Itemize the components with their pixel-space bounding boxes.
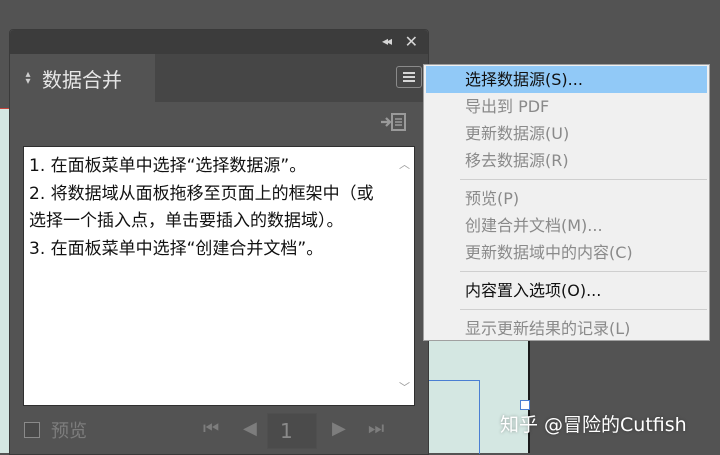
- menu-item-create-merged-document[interactable]: 创建合并文档(M)...: [424, 212, 709, 239]
- instruction-3: 3. 在面板菜单中选择“创建合并文档”。: [29, 238, 324, 259]
- tab-data-merge[interactable]: ▴ ▾ 数据合并: [10, 54, 155, 102]
- panel-footer: 预览 ⏮ ◀ 1 ▶ ⏭: [10, 408, 428, 452]
- place-field-icon[interactable]: [380, 112, 408, 132]
- instruction-2: 2. 将数据域从面板拖移至页面上的框架中（或选择一个插入点，单击要插入的数据域）…: [29, 183, 374, 232]
- last-page-icon[interactable]: ⏭: [368, 418, 384, 439]
- scroll-up-icon[interactable]: ︿: [399, 151, 410, 179]
- menu-separator: [460, 271, 707, 272]
- panel-flyout-menu: 选择数据源(S)... 导出到 PDF 更新数据源(U) 移去数据源(R) 预览…: [423, 64, 710, 341]
- menu-item-select-data-source[interactable]: 选择数据源(S)...: [426, 66, 707, 93]
- menu-item-show-update-log[interactable]: 显示更新结果的记录(L): [424, 315, 709, 342]
- menu-item-content-placement-options[interactable]: 内容置入选项(O)...: [424, 277, 709, 304]
- menu-item-remove-data-source[interactable]: 移去数据源(R): [424, 147, 709, 174]
- scrollbar[interactable]: ︿ ﹀: [396, 151, 412, 401]
- preview-checkbox[interactable]: [24, 422, 40, 438]
- menu-item-update-content[interactable]: 更新数据域中的内容(C): [424, 239, 709, 266]
- panel-menu-icon[interactable]: [396, 66, 422, 88]
- next-page-icon[interactable]: ▶: [332, 418, 346, 439]
- instruction-1: 1. 在面板菜单中选择“选择数据源”。: [29, 156, 307, 176]
- watermark: 知乎 @冒险的Cutfish: [500, 414, 687, 436]
- page-number-field[interactable]: 1: [267, 413, 317, 449]
- panel-titlebar[interactable]: ◂◂ ✕: [10, 30, 428, 54]
- close-icon[interactable]: ✕: [405, 32, 418, 51]
- tab-expand-icon[interactable]: ▴ ▾: [16, 70, 40, 87]
- scroll-down-icon[interactable]: ﹀: [399, 374, 410, 402]
- panel-tabbar: ▴ ▾ 数据合并: [10, 54, 428, 102]
- menu-separator: [460, 309, 707, 310]
- prev-page-icon[interactable]: ◀: [243, 418, 257, 439]
- preview-label: 预览: [51, 421, 87, 442]
- instructions-box: 1. 在面板菜单中选择“选择数据源”。 2. 将数据域从面板拖移至页面上的框架中…: [23, 146, 415, 406]
- tab-title: 数据合并: [42, 67, 122, 92]
- menu-item-update-data-source[interactable]: 更新数据源(U): [424, 120, 709, 147]
- menu-item-export-pdf[interactable]: 导出到 PDF: [424, 93, 709, 120]
- collapse-icon[interactable]: ◂◂: [382, 34, 392, 48]
- frame-handle[interactable]: [520, 400, 530, 410]
- first-page-icon[interactable]: ⏮: [203, 418, 219, 439]
- panel-toolbar: [10, 102, 428, 138]
- menu-item-preview[interactable]: 预览(P): [424, 185, 709, 212]
- data-merge-panel: ◂◂ ✕ ▴ ▾ 数据合并 1. 在面板菜单中选择“选择数据源”。 2. 将数据域…: [9, 29, 429, 455]
- menu-separator: [460, 179, 707, 180]
